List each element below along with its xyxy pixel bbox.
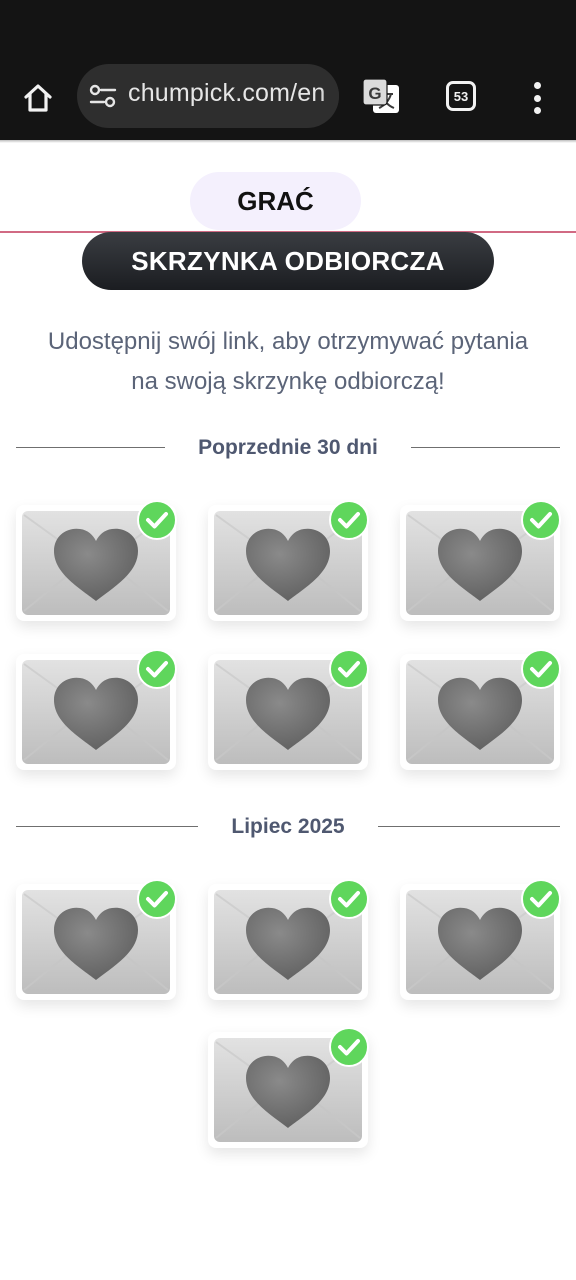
read-check-icon [137, 649, 177, 689]
read-check-icon [329, 649, 369, 689]
message-card[interactable] [16, 500, 177, 621]
message-card[interactable] [208, 500, 369, 621]
browser-toolbar: chumpick.com/en G 53 [0, 56, 576, 143]
share-link-hint: Udostępnij swój link, aby otrzymywać pyt… [47, 328, 529, 395]
message-card[interactable] [208, 1027, 369, 1148]
read-check-icon [521, 879, 561, 919]
tab-inbox[interactable]: SKRZYNKA ODBIORCZA [82, 232, 494, 290]
url-text: chumpick.com/en [128, 79, 326, 107]
message-card[interactable] [16, 649, 177, 770]
tab-play[interactable]: GRAĆ [190, 172, 361, 230]
section-header: Poprzednie 30 dni [16, 433, 560, 463]
message-card[interactable] [400, 879, 561, 1000]
read-check-icon [329, 1027, 369, 1067]
more-vert-icon[interactable] [522, 78, 552, 118]
translate-button[interactable]: G [360, 76, 402, 118]
translate-icon: G [362, 78, 399, 113]
message-card[interactable] [400, 649, 561, 770]
read-check-icon [329, 500, 369, 540]
read-check-icon [521, 500, 561, 540]
site-settings-icon[interactable] [89, 84, 117, 108]
home-icon [24, 84, 52, 112]
read-check-icon [329, 879, 369, 919]
read-check-icon [137, 879, 177, 919]
tab-count: 53 [453, 88, 469, 104]
message-card[interactable] [400, 500, 561, 621]
section-label: Poprzednie 30 dni [198, 436, 378, 459]
home-button[interactable] [16, 76, 60, 120]
section-header: Lipiec 2025 [16, 812, 560, 842]
read-check-icon [137, 500, 177, 540]
message-card[interactable] [16, 879, 177, 1000]
message-card[interactable] [208, 649, 369, 770]
section-label: Lipiec 2025 [231, 815, 345, 838]
svg-text:G: G [368, 84, 381, 103]
message-card[interactable] [208, 879, 369, 1000]
address-bar[interactable]: chumpick.com/en [77, 64, 339, 128]
status-bar [0, 0, 576, 56]
read-check-icon [521, 649, 561, 689]
tab-switcher-button[interactable]: 53 [446, 81, 476, 111]
